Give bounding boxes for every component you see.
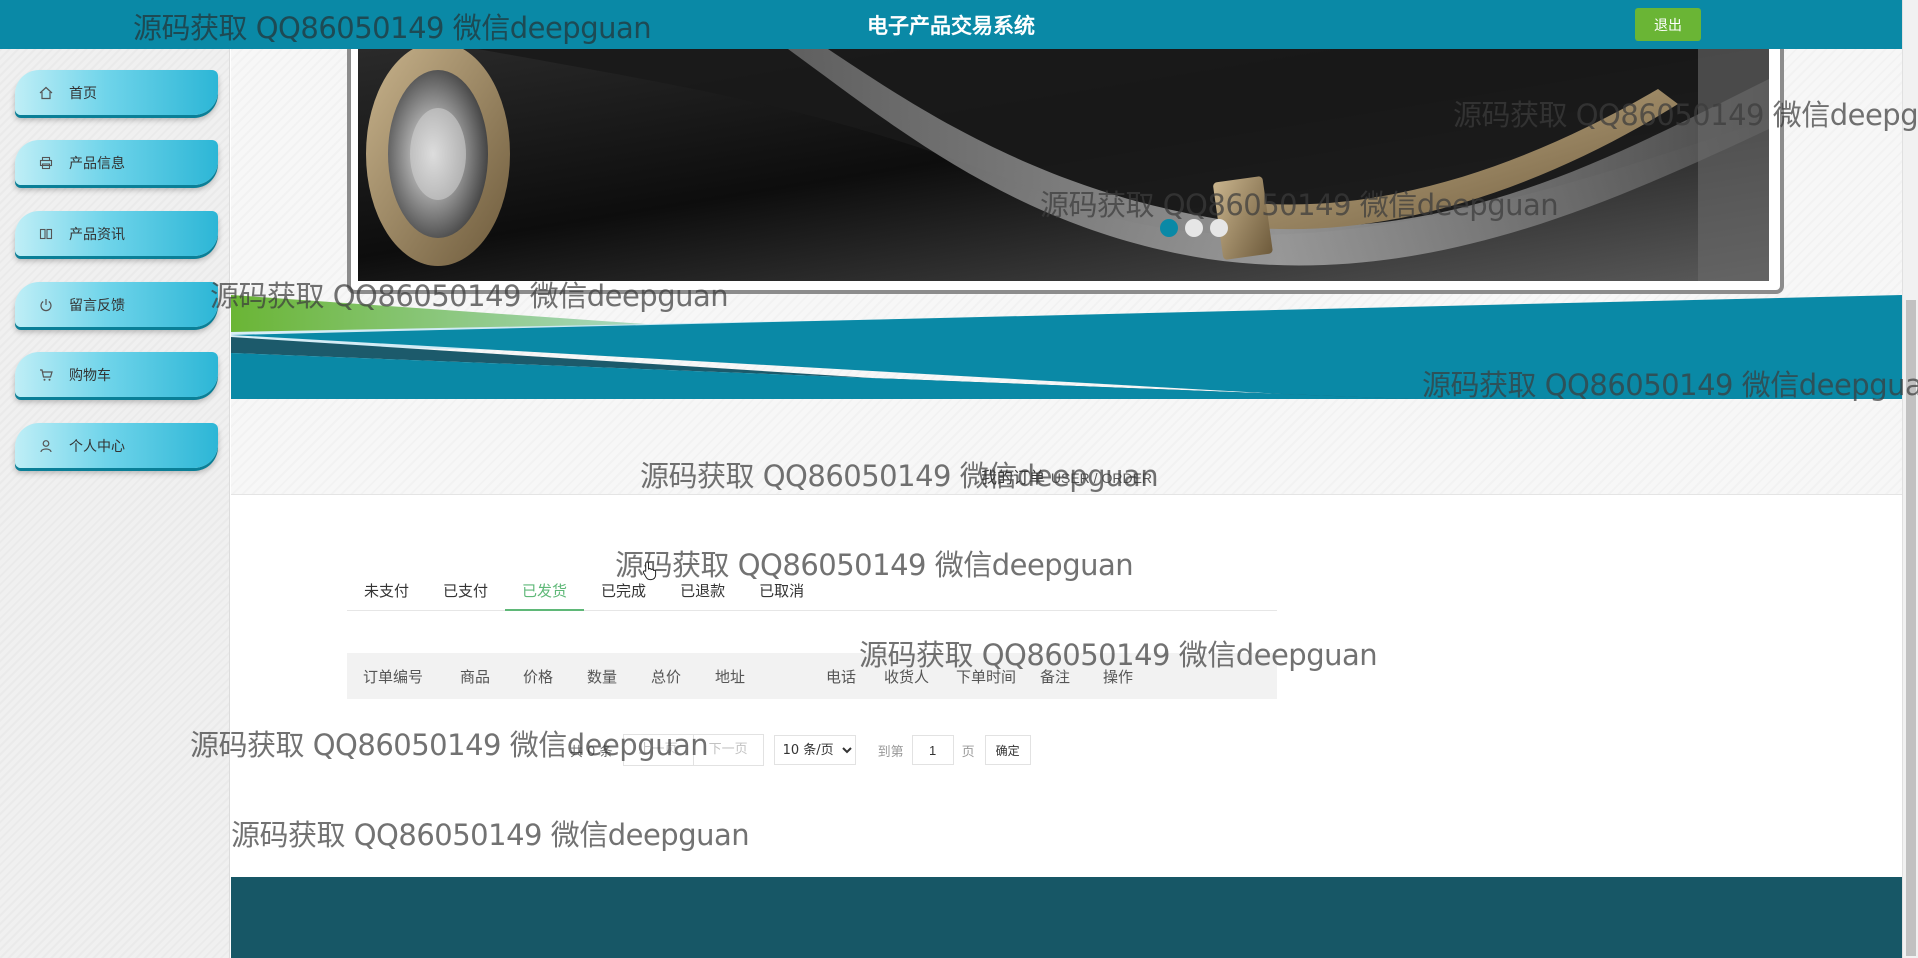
section-heading: 我的订单 USER / ORDER	[231, 464, 1902, 494]
carousel-dots	[1160, 219, 1228, 237]
sidebar-item-products[interactable]: 产品信息	[15, 140, 218, 185]
carousel-dot-2[interactable]	[1185, 219, 1203, 237]
user-icon	[37, 437, 55, 455]
column-header: 数量	[587, 668, 618, 686]
page-size-select[interactable]: 10 条/页	[773, 735, 856, 765]
sidebar-item-label: 购物车	[69, 367, 111, 384]
sidebar-item-label: 个人中心	[69, 438, 125, 455]
carousel-dot-3[interactable]	[1210, 219, 1228, 237]
column-header: 收货人	[884, 668, 930, 686]
column-header: 操作	[1103, 668, 1134, 686]
sidebar-item-label: 产品资讯	[69, 226, 125, 243]
pagination: 共 0 条 上一页 下一页 10 条/页 到第 页 确定	[570, 734, 1031, 766]
footer	[231, 877, 1902, 958]
tab-cancelled[interactable]: 已取消	[742, 571, 821, 611]
logout-button[interactable]: 退出	[1635, 8, 1701, 41]
scrollbar-thumb[interactable]	[1906, 300, 1916, 956]
sidebar: 首页 产品信息 产品资讯 留言反馈 购物车 个人中心	[0, 49, 230, 958]
column-header: 地址	[715, 668, 746, 686]
orders-panel: 未支付 已支付 已发货 已完成 已退款 已取消 订单编号 商品 价格 数量 总价…	[231, 495, 1902, 877]
hand-cursor-icon	[642, 561, 657, 581]
decorative-banner	[231, 295, 1902, 399]
column-header: 总价	[651, 668, 682, 686]
sidebar-item-news[interactable]: 产品资讯	[15, 211, 218, 256]
confirm-page-button[interactable]: 确定	[984, 735, 1031, 765]
tab-shipped[interactable]: 已发货	[505, 571, 585, 611]
home-icon	[37, 84, 55, 102]
order-status-tabs: 未支付 已支付 已发货 已完成 已退款 已取消	[347, 571, 1277, 611]
column-header: 下单时间	[956, 668, 1017, 686]
sidebar-item-profile[interactable]: 个人中心	[15, 423, 218, 468]
carousel-dot-1[interactable]	[1160, 219, 1178, 237]
main-content: 我的订单 USER / ORDER 未支付 已支付 已发货 已完成 已退款 已取…	[231, 49, 1902, 958]
book-icon	[37, 225, 55, 243]
tab-refunded[interactable]: 已退款	[663, 571, 742, 611]
page-number-input[interactable]	[911, 735, 954, 765]
sidebar-item-label: 首页	[69, 85, 97, 102]
app-title: 电子产品交易系统	[867, 14, 1035, 38]
column-header: 商品	[460, 668, 491, 686]
tab-paid[interactable]: 已支付	[426, 571, 505, 611]
sidebar-item-feedback[interactable]: 留言反馈	[15, 282, 218, 327]
sidebar-item-label: 留言反馈	[69, 297, 125, 314]
prev-page-button[interactable]: 上一页	[622, 734, 694, 766]
sidebar-item-cart[interactable]: 购物车	[15, 352, 218, 397]
next-page-button[interactable]: 下一页	[693, 734, 764, 766]
tab-unpaid[interactable]: 未支付	[347, 571, 426, 611]
vertical-scrollbar[interactable]	[1902, 0, 1918, 958]
total-count: 共 0 条	[570, 744, 613, 760]
carousel-image[interactable]	[358, 49, 1769, 281]
cart-icon	[37, 366, 55, 384]
section-title: 我的订单	[980, 468, 1045, 487]
column-header: 备注	[1040, 668, 1071, 686]
page-unit-label: 页	[961, 744, 975, 760]
power-icon	[37, 296, 55, 314]
printer-icon	[37, 154, 55, 172]
sidebar-item-label: 产品信息	[69, 155, 125, 172]
sidebar-item-home[interactable]: 首页	[15, 70, 218, 115]
section-subtitle: USER / ORDER	[1050, 470, 1153, 486]
column-header: 订单编号	[363, 668, 424, 686]
table-header: 订单编号 商品 价格 数量 总价 地址 电话 收货人 下单时间 备注 操作	[347, 653, 1277, 699]
column-header: 价格	[523, 668, 554, 686]
goto-label: 到第	[877, 744, 904, 760]
column-header: 电话	[826, 668, 857, 686]
top-bar: 电子产品交易系统 退出 源码获取 QQ86050149 微信deepguan	[0, 0, 1902, 49]
